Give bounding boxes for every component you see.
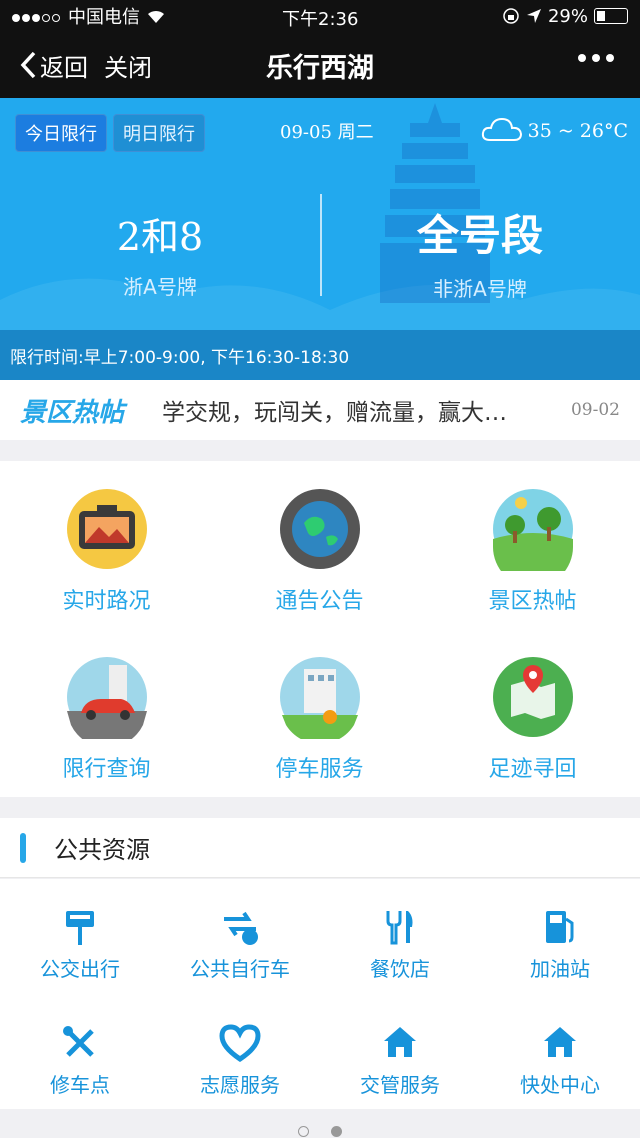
resource-volunteer[interactable]: 志愿服务	[160, 1023, 320, 1098]
tab-tomorrow-restriction[interactable]: 明日限行	[113, 114, 205, 152]
service-label: 通告公告	[275, 589, 364, 614]
public-resources-grid: 公交出行 公共自行车 餐饮店 加油站 修车点 志愿服务 交管服务 快处中心	[0, 879, 640, 1109]
restriction-time: 限行时间:早上7:00-9:00, 下午16:30-18:30	[0, 330, 640, 380]
section-accent-bar	[20, 832, 26, 863]
resource-repair[interactable]: 修车点	[0, 1023, 160, 1098]
resource-restaurant[interactable]: 餐饮店	[320, 907, 480, 982]
more-button[interactable]	[578, 54, 614, 62]
page-title: 乐行西湖	[266, 52, 374, 84]
resource-label: 志愿服务	[200, 1073, 280, 1097]
service-label: 停车服务	[275, 757, 364, 782]
resource-traffic-service[interactable]: 交管服务	[320, 1023, 480, 1098]
section-title: 公共资源	[54, 836, 150, 864]
battery-icon	[594, 8, 628, 24]
nonlocal-plate-label: 非浙A号牌	[433, 277, 527, 301]
resource-public-bike[interactable]: 公共自行车	[160, 907, 320, 982]
service-scenic-posts[interactable]: 景区热帖	[426, 487, 639, 615]
page-dot-1[interactable]	[298, 1126, 309, 1137]
cloud-icon	[481, 117, 523, 141]
globe-icon	[279, 489, 360, 569]
local-restricted-numbers: 2和8	[116, 215, 204, 259]
nav-bar: 返回 关闭 乐行西湖	[0, 32, 640, 98]
gas-pump-icon	[546, 911, 574, 943]
close-button[interactable]: 关闭	[104, 48, 152, 83]
back-button[interactable]: 返回	[20, 48, 88, 83]
nonlocal-plate-info: 全号段 非浙A号牌	[320, 202, 640, 302]
hot-post-headline[interactable]: 学交规，玩闯关，赠流量，赢大…	[162, 393, 561, 427]
tab-today-restriction[interactable]: 今日限行	[15, 114, 107, 152]
service-label: 限行查询	[62, 757, 151, 782]
bus-stop-icon	[66, 911, 94, 945]
signal-icon	[12, 6, 62, 27]
clock: 下午2:36	[282, 9, 359, 30]
service-realtime-traffic[interactable]: 实时路况	[0, 487, 213, 615]
wrench-icon	[63, 1026, 94, 1057]
hot-post-brand: 景区热帖	[20, 397, 125, 428]
service-footprint[interactable]: 足迹寻回	[426, 655, 639, 783]
service-label: 景区热帖	[488, 589, 577, 614]
house-icon	[384, 1027, 416, 1057]
local-plate-info: 2和8 浙A号牌	[0, 206, 320, 300]
carrier-label: 中国电信	[68, 7, 140, 28]
parking-building-icon	[279, 657, 360, 739]
nonlocal-restricted-numbers: 全号段	[416, 211, 543, 260]
chevron-left-icon	[20, 51, 36, 79]
hot-post-ticker[interactable]: 景区热帖 学交规，玩闯关，赠流量，赢大… 09-02	[0, 380, 640, 440]
service-parking[interactable]: 停车服务	[213, 655, 426, 783]
temperature-range: 35 ~ 26°C	[527, 120, 628, 142]
page-indicator[interactable]	[0, 1126, 640, 1137]
section-header-public-resources: 公共资源	[0, 818, 640, 878]
resource-quick-handling[interactable]: 快处中心	[480, 1023, 640, 1098]
restriction-banner: 今日限行 明日限行 09-05 周二 35 ~ 26°C 2和8 浙A号牌 全号…	[0, 98, 640, 330]
lock-rotation-icon	[503, 8, 519, 24]
service-grid: 实时路况 通告公告 景区热帖 限行查询 停车服务 足迹寻回	[0, 461, 640, 797]
resource-gas-station[interactable]: 加油站	[480, 907, 640, 982]
service-notices[interactable]: 通告公告	[213, 487, 426, 615]
red-car-icon	[66, 657, 147, 739]
resource-label: 公交出行	[40, 957, 120, 981]
house-icon	[544, 1027, 576, 1057]
resource-label: 加油站	[530, 957, 590, 981]
back-label: 返回	[40, 53, 88, 82]
park-icon	[492, 489, 573, 571]
banner-date: 09-05 周二	[280, 122, 374, 143]
map-pin-icon	[492, 657, 573, 737]
resource-bus[interactable]: 公交出行	[0, 907, 160, 982]
local-plate-label: 浙A号牌	[123, 275, 197, 299]
bike-transfer-icon	[224, 911, 258, 945]
resource-label: 餐饮店	[370, 957, 430, 981]
service-label: 足迹寻回	[488, 757, 577, 782]
status-bar: 中国电信 下午2:36 29%	[0, 0, 640, 32]
resource-label: 快处中心	[520, 1073, 600, 1097]
battery-percent: 29%	[547, 5, 588, 27]
heart-icon	[219, 1024, 261, 1063]
resource-label: 交管服务	[360, 1073, 440, 1097]
resource-label: 修车点	[50, 1073, 110, 1097]
service-restriction-query[interactable]: 限行查询	[0, 655, 213, 783]
resource-label: 公共自行车	[190, 957, 290, 981]
fork-knife-icon	[386, 911, 413, 945]
camera-icon	[66, 489, 147, 569]
wifi-icon	[148, 10, 164, 23]
page-dot-2[interactable]	[331, 1126, 342, 1137]
location-arrow-icon	[526, 9, 541, 23]
hot-post-date: 09-02	[570, 400, 620, 420]
service-label: 实时路况	[62, 589, 151, 614]
